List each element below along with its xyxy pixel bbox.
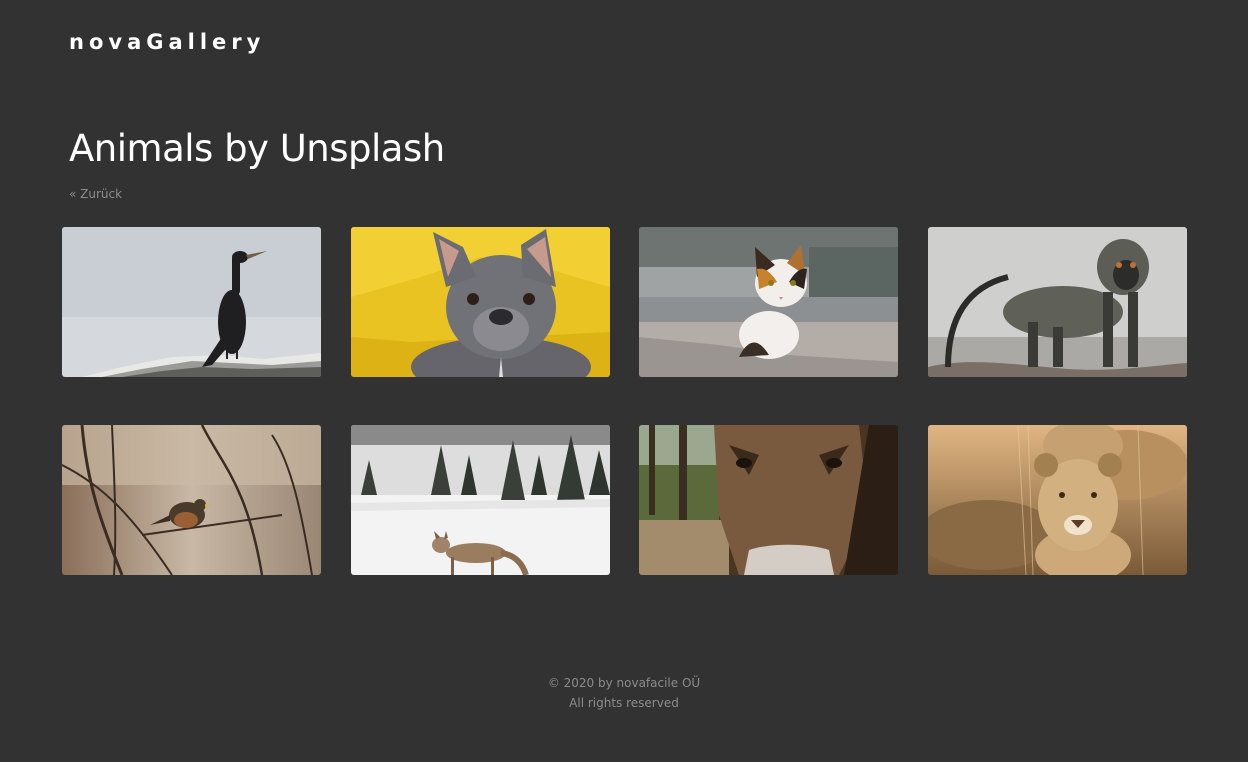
monkey-photo bbox=[928, 227, 1188, 377]
cormorant-photo bbox=[62, 227, 321, 377]
back-link[interactable]: « Zurück bbox=[69, 187, 122, 201]
french-bulldog-photo bbox=[350, 227, 610, 377]
gallery-image-donkey[interactable] bbox=[639, 425, 899, 575]
image-grid bbox=[62, 227, 1188, 575]
page-title: Animals by Unsplash bbox=[69, 127, 445, 170]
gallery-image-coyote[interactable] bbox=[350, 425, 610, 575]
robin-photo bbox=[62, 425, 321, 575]
brand-logo-link[interactable]: novaGallery bbox=[69, 30, 265, 54]
gallery-image-monkey[interactable] bbox=[928, 227, 1188, 377]
lioness-photo bbox=[928, 425, 1188, 575]
gallery-image-french-bulldog[interactable] bbox=[350, 227, 610, 377]
footer-copyright: © 2020 by novafacile OÜ bbox=[547, 676, 701, 690]
calico-cat-photo bbox=[639, 227, 899, 377]
donkey-photo bbox=[639, 425, 899, 575]
coyote-photo bbox=[350, 425, 610, 575]
gallery-image-cormorant[interactable] bbox=[62, 227, 321, 377]
gallery-image-calico-cat[interactable] bbox=[639, 227, 899, 377]
footer-rights: All rights reserved bbox=[569, 696, 679, 710]
gallery-image-lioness[interactable] bbox=[928, 425, 1188, 575]
footer: © 2020 by novafacile OÜ All rights reser… bbox=[0, 673, 1248, 713]
gallery-image-robin[interactable] bbox=[62, 425, 321, 575]
